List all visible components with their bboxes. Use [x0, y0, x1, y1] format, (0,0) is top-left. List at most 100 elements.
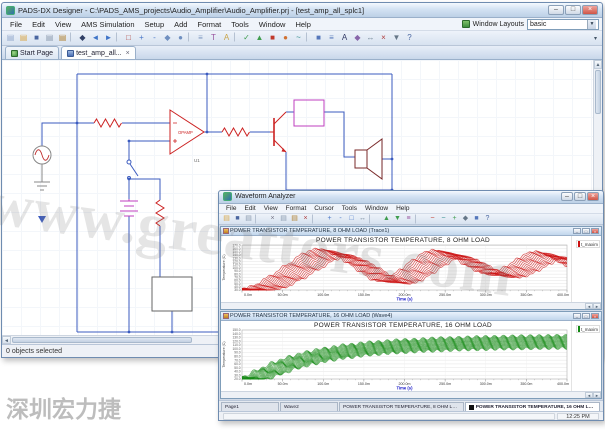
close-button[interactable]: × [582, 5, 598, 15]
save-icon[interactable]: ■ [232, 214, 243, 224]
menu-item[interactable]: Tools [226, 19, 254, 30]
wave-titlebar[interactable]: Waveform Analyzer – □ × [219, 191, 603, 204]
menu-item[interactable]: Cursor [310, 205, 338, 212]
chevron-down-icon[interactable]: ▼ [587, 20, 596, 29]
plot-canvas-8ohm[interactable] [221, 236, 571, 302]
battery[interactable] [120, 199, 138, 216]
open-icon[interactable]: ▤ [221, 214, 232, 224]
menu-item[interactable]: Window [361, 205, 392, 212]
delete-icon[interactable]: × [377, 32, 390, 44]
resistor-bias[interactable] [156, 200, 164, 226]
subcircuit-block[interactable] [152, 277, 192, 311]
child-minimize-button[interactable]: – [573, 228, 581, 234]
toolbar-separator[interactable] [306, 32, 311, 42]
add-trace-icon[interactable]: + [449, 214, 460, 224]
menu-item[interactable]: Add [169, 19, 192, 30]
pan-icon[interactable]: ↔ [357, 214, 368, 224]
zoom-out-icon[interactable]: - [148, 32, 161, 44]
plot-16ohm-hscrollbar[interactable]: ◄ ► [221, 391, 601, 398]
help-icon[interactable]: ? [403, 32, 416, 44]
menu-item[interactable]: Setup [140, 19, 170, 30]
menu-item[interactable]: View [50, 19, 76, 30]
trace-red-icon[interactable]: ~ [427, 214, 438, 224]
menu-item[interactable]: Edit [240, 205, 259, 212]
paste-icon[interactable]: ▤ [56, 32, 69, 44]
copy-icon[interactable]: ▤ [278, 214, 289, 224]
menu-item[interactable]: Format [282, 205, 311, 212]
menu-item[interactable]: Edit [27, 19, 50, 30]
zoom-in-icon[interactable]: + [324, 214, 335, 224]
settings-icon[interactable]: ◆ [460, 214, 471, 224]
text-icon[interactable]: A [338, 32, 351, 44]
zoom-sel-icon[interactable]: ● [174, 32, 187, 44]
help-icon[interactable]: ? [482, 214, 493, 224]
scroll-right-icon[interactable]: ► [593, 392, 601, 398]
component-icon[interactable]: ■ [312, 32, 325, 44]
toolbar-separator[interactable] [234, 32, 239, 42]
cursor1-icon[interactable]: ▲ [381, 214, 392, 224]
grid-icon[interactable]: ≡ [194, 32, 207, 44]
scroll-left-icon[interactable]: ◄ [585, 392, 593, 398]
plot-8ohm-caption[interactable]: POWER TRANSISTOR TEMPERATURE, 8 OHM LOAD… [221, 227, 601, 236]
child-minimize-button[interactable]: – [573, 313, 581, 319]
scroll-up-icon[interactable]: ▲ [594, 60, 602, 69]
plot-canvas-16ohm[interactable] [221, 321, 571, 391]
menu-item[interactable]: Help [392, 205, 413, 212]
switch[interactable] [127, 160, 138, 180]
waveform-icon[interactable]: ~ [292, 32, 305, 44]
tab-schematic-doc[interactable]: test_amp_all... × [61, 46, 136, 59]
new-icon[interactable]: ▤ [4, 32, 17, 44]
toolbar-separator[interactable] [116, 32, 121, 42]
vscroll-thumb[interactable] [595, 70, 601, 114]
toolbar-separator[interactable] [255, 214, 266, 224]
copy-icon[interactable]: ▤ [43, 32, 56, 44]
ac-source[interactable] [33, 146, 51, 190]
child-close-button[interactable]: × [591, 228, 599, 234]
opamp[interactable]: OPAMP U1 [170, 110, 204, 163]
model-block[interactable] [294, 100, 324, 126]
wave-tab[interactable]: POWER TRANSISTOR TEMPERATURE, 16 OHM LOA… [465, 402, 600, 411]
speaker[interactable] [355, 139, 382, 179]
zoom-full-icon[interactable]: ◆ [161, 32, 174, 44]
probe-icon[interactable]: ● [279, 32, 292, 44]
move-icon[interactable]: ↔ [364, 32, 377, 44]
filter-icon[interactable]: T [207, 32, 220, 44]
toolbar-overflow-icon[interactable]: ▾ [591, 35, 600, 42]
zoom-window-icon[interactable]: □ [122, 32, 135, 44]
paste-icon[interactable]: ▤ [289, 214, 300, 224]
search-icon[interactable]: ◆ [76, 32, 89, 44]
layouts-combobox[interactable]: basic ▼ [527, 19, 599, 30]
zoom-full-icon[interactable]: □ [346, 214, 357, 224]
plot-16ohm-caption[interactable]: POWER TRANSISTOR TEMPERATURE, 16 OHM LOA… [221, 312, 601, 321]
maximize-button[interactable]: □ [565, 5, 581, 15]
menu-item[interactable]: AMS Simulation [76, 19, 139, 30]
wave-tab[interactable]: POWER TRANSISTOR TEMPERATURE, 8 OHM LOAD… [339, 402, 464, 411]
cut-icon[interactable]: × [267, 214, 278, 224]
scroll-left-icon[interactable]: ◄ [585, 303, 593, 309]
scroll-left-icon[interactable]: ◄ [2, 336, 11, 344]
redo-icon[interactable]: ► [102, 32, 115, 44]
menu-item[interactable]: File [5, 19, 27, 30]
menu-item[interactable]: Tools [338, 205, 361, 212]
hscroll-thumb[interactable] [12, 337, 192, 343]
main-titlebar[interactable]: PADS-DX Designer - C:\PADS_AMS_projects\… [2, 3, 602, 18]
wave-close-button[interactable]: × [587, 192, 599, 201]
measure-icon[interactable]: ≡ [403, 214, 414, 224]
toolbar-separator[interactable] [188, 32, 193, 42]
tab-close-icon[interactable]: × [126, 50, 130, 57]
cursor2-icon[interactable]: ▼ [392, 214, 403, 224]
check-icon[interactable]: ✓ [240, 32, 253, 44]
wave-tab[interactable]: Page1 [221, 402, 279, 411]
port-arrow[interactable] [38, 216, 46, 223]
plot-8ohm-hscrollbar[interactable]: ◄ ► [221, 302, 601, 309]
open-icon[interactable]: ▤ [17, 32, 30, 44]
toolbar-separator[interactable] [369, 214, 380, 224]
menu-item[interactable]: Window [254, 19, 291, 30]
wave-minimize-button[interactable]: – [561, 192, 573, 201]
polygon-icon[interactable]: ◆ [351, 32, 364, 44]
properties-icon[interactable]: ▼ [390, 32, 403, 44]
child-restore-button[interactable]: □ [582, 228, 590, 234]
zoom-in-icon[interactable]: + [135, 32, 148, 44]
menu-item[interactable]: View [260, 205, 282, 212]
wave-tab[interactable]: Wave2 [280, 402, 338, 411]
